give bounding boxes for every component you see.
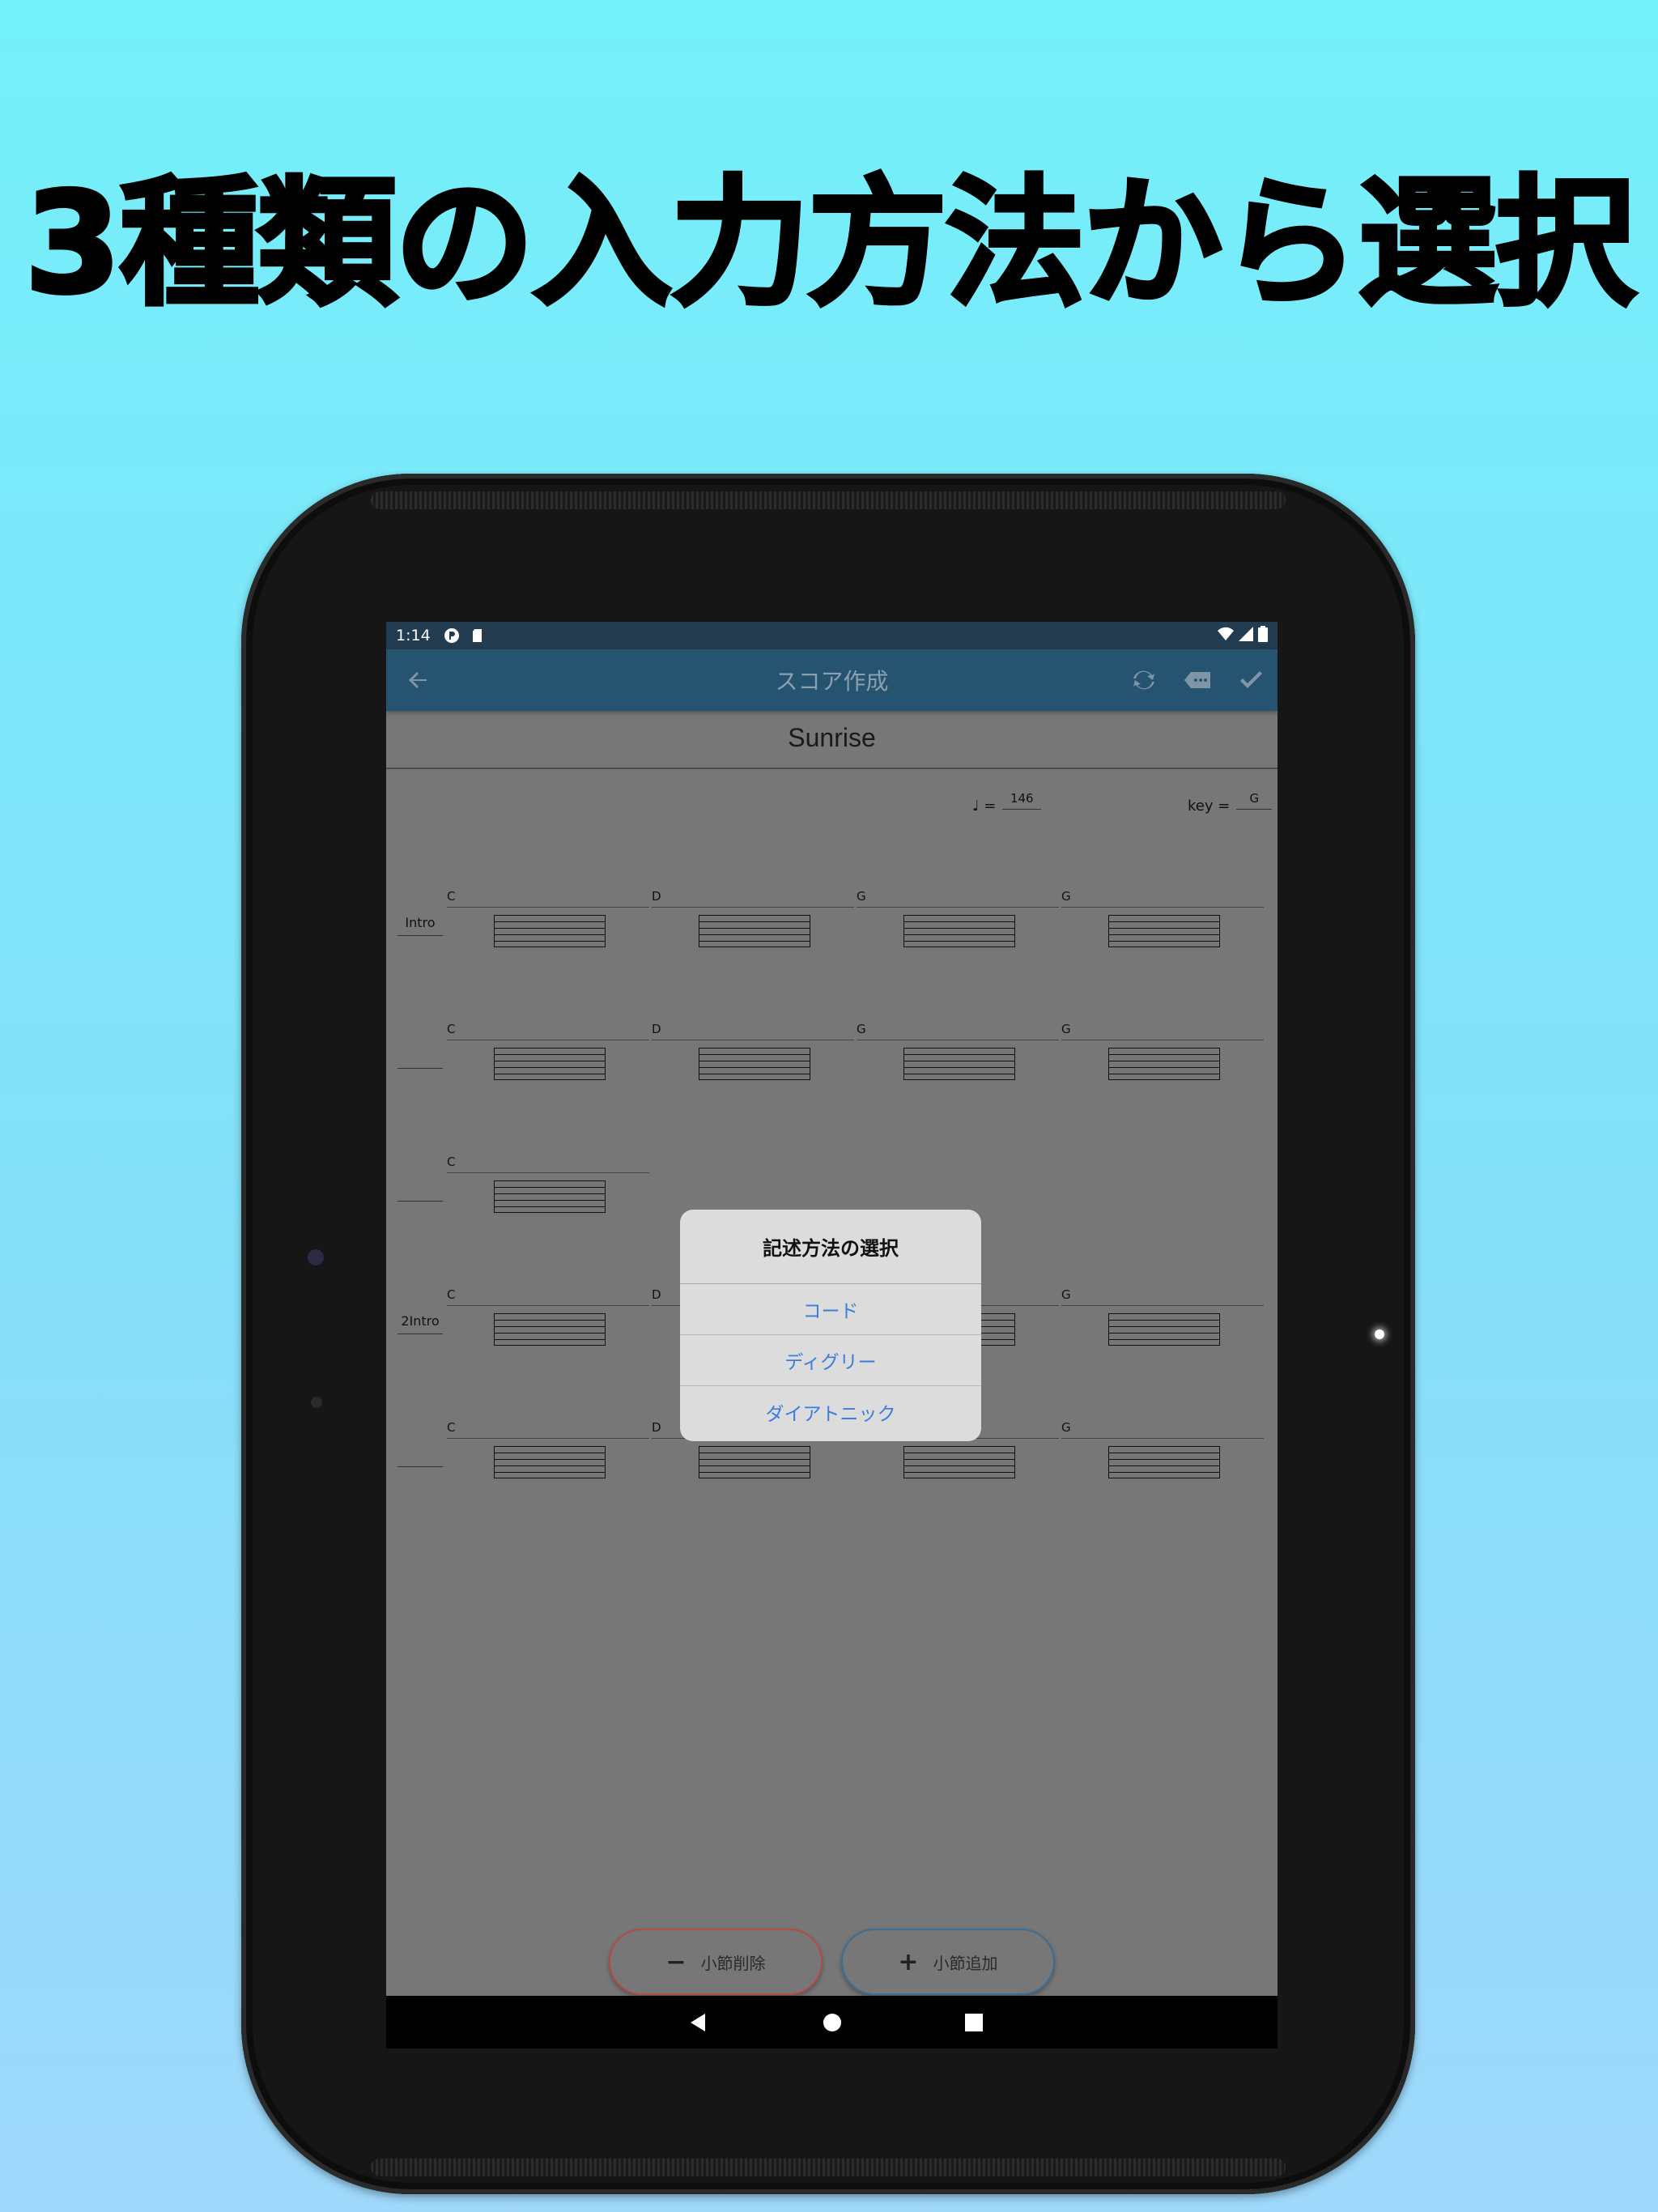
promo-headline: 3種類の入力方法から選択 [23, 162, 1638, 325]
measure[interactable]: C [447, 889, 651, 954]
add-measure-label: 小節追加 [933, 1953, 998, 1973]
dialog-title: 記述方法の選択 [680, 1210, 981, 1284]
chord-label: G [857, 889, 866, 904]
measure[interactable]: G [1061, 889, 1265, 954]
delete-measure-label: 小節削除 [700, 1953, 766, 1973]
top-speaker-grille [371, 491, 1286, 509]
measure[interactable]: G [1061, 1287, 1265, 1352]
staff [903, 1446, 1015, 1478]
staff [1108, 1313, 1220, 1346]
key-field[interactable]: key = G [1188, 791, 1273, 815]
staff [494, 1446, 606, 1478]
section-label[interactable]: Intro [397, 915, 443, 936]
nav-recents-icon[interactable] [963, 2012, 984, 2033]
chord-label: G [857, 1022, 866, 1036]
key-value[interactable]: G [1236, 791, 1273, 810]
chord-label: C [447, 889, 456, 904]
staff [494, 1180, 606, 1213]
app-screen: 1:14 スコア作成 Sunrise ♩ = 146 key = G Intro… [386, 622, 1278, 2048]
option-diatonic[interactable]: ダイアトニック [680, 1386, 981, 1437]
add-measure-button[interactable]: + 小節追加 [841, 1929, 1055, 1995]
app-notification-icon [444, 627, 460, 644]
cell-signal-icon [1239, 626, 1253, 645]
chord-label: G [1061, 1287, 1071, 1302]
section-label[interactable] [397, 1180, 443, 1202]
key-label: key = [1188, 798, 1231, 815]
nav-home-icon[interactable] [822, 2012, 843, 2033]
measure[interactable]: C [447, 1287, 651, 1352]
staff [903, 1048, 1015, 1080]
nav-back-icon[interactable] [687, 2012, 708, 2033]
chord-label: D [652, 1420, 661, 1435]
measure[interactable]: G [1061, 1420, 1265, 1485]
wifi-icon [1218, 627, 1234, 645]
sd-card-icon [470, 627, 486, 644]
staff [494, 915, 606, 947]
measure[interactable]: G [857, 1022, 1061, 1087]
battery-icon [1258, 625, 1268, 646]
measure[interactable]: G [857, 889, 1061, 954]
keyboard-delete-icon[interactable] [1183, 666, 1212, 695]
measure[interactable]: D [652, 1022, 856, 1087]
chord-label: G [1061, 889, 1071, 904]
section-label[interactable]: 2Intro [397, 1313, 443, 1334]
chord-label: C [447, 1022, 456, 1036]
staff [699, 1048, 810, 1080]
chord-label: D [652, 889, 661, 904]
notification-led [1375, 1329, 1384, 1339]
system-nav-bar [386, 1996, 1278, 2048]
chord-label: C [447, 1420, 456, 1435]
measure[interactable]: C [447, 1155, 651, 1219]
plus-icon: + [898, 1947, 919, 1976]
measure[interactable]: C [447, 1420, 651, 1485]
delete-measure-button[interactable]: − 小節削除 [609, 1929, 823, 1995]
tempo-field[interactable]: ♩ = 146 [972, 791, 1042, 815]
status-time: 1:14 [396, 627, 431, 644]
staff [699, 915, 810, 947]
minus-icon: − [665, 1947, 687, 1976]
confirm-check-icon[interactable] [1236, 666, 1265, 695]
chord-label: D [652, 1022, 661, 1036]
staff [699, 1446, 810, 1478]
tempo-symbol: ♩ = [972, 798, 997, 815]
tempo-value[interactable]: 146 [1002, 791, 1042, 810]
staff [903, 915, 1015, 947]
chord-label: G [1061, 1022, 1071, 1036]
staff [494, 1048, 606, 1080]
app-bar: スコア作成 [386, 649, 1278, 711]
front-camera [308, 1249, 324, 1266]
light-sensor [311, 1397, 322, 1408]
staff [1108, 1048, 1220, 1080]
song-title[interactable]: Sunrise [386, 723, 1278, 753]
measure[interactable]: D [652, 889, 856, 954]
option-degree[interactable]: ディグリー [680, 1335, 981, 1386]
measure[interactable]: G [1061, 1022, 1265, 1087]
bottom-speaker-grille [371, 2159, 1286, 2176]
input-method-dialog: 記述方法の選択 コード ディグリー ダイアトニック [680, 1210, 981, 1441]
section-label[interactable] [397, 1446, 443, 1467]
staff [1108, 1446, 1220, 1478]
staff [1108, 915, 1220, 947]
option-chord[interactable]: コード [680, 1284, 981, 1335]
chord-label: G [1061, 1420, 1071, 1435]
status-bar: 1:14 [386, 622, 1278, 649]
chord-label: D [652, 1287, 661, 1302]
section-label[interactable] [397, 1048, 443, 1069]
title-divider [386, 768, 1278, 769]
sync-icon[interactable] [1129, 666, 1158, 695]
staff [494, 1313, 606, 1346]
chord-label: C [447, 1155, 456, 1169]
chord-label: C [447, 1287, 456, 1302]
measure[interactable]: C [447, 1022, 651, 1087]
